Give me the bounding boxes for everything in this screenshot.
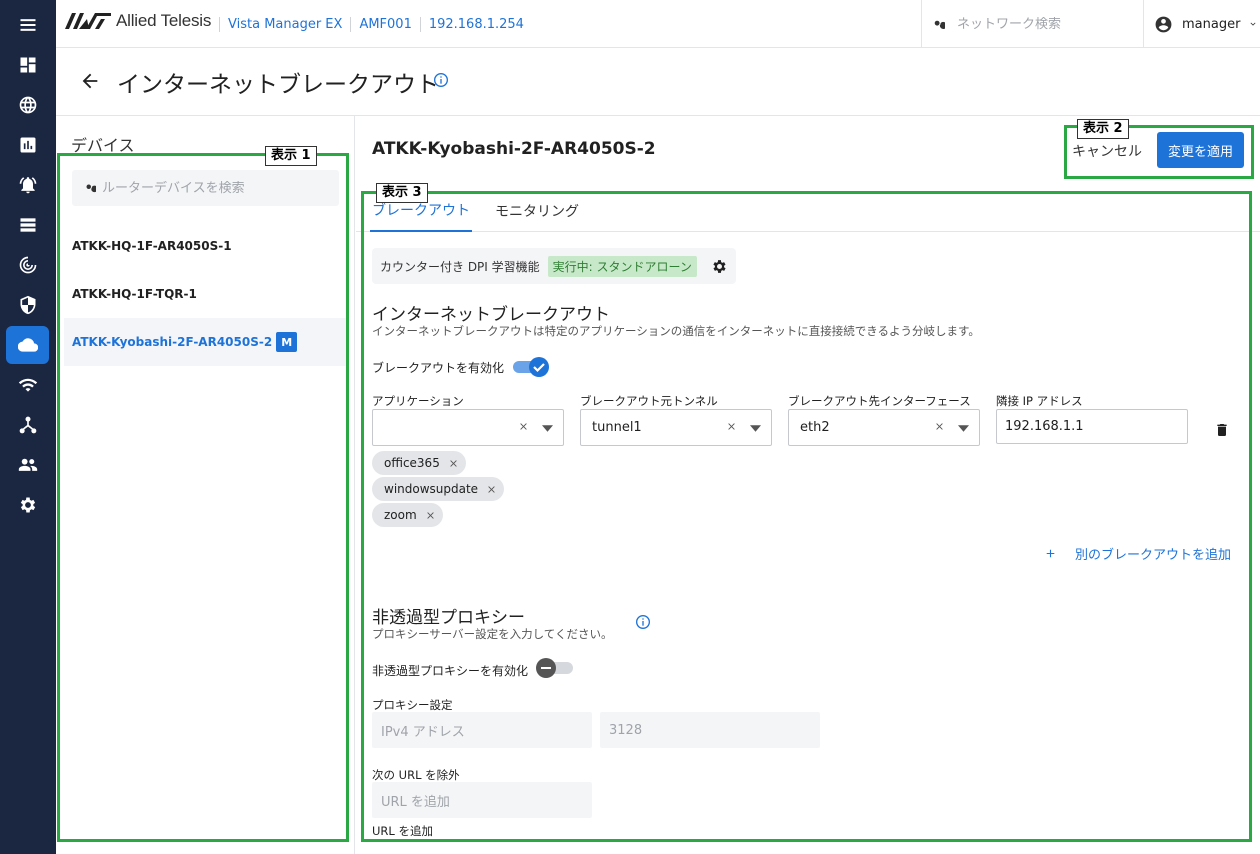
search-icon — [934, 20, 945, 29]
info-icon[interactable] — [433, 72, 449, 88]
network-search-input[interactable] — [957, 16, 1117, 32]
alarm-icon[interactable] — [6, 166, 49, 204]
cloud-icon[interactable] — [6, 326, 49, 364]
annotation-label-2: 表示 2 — [1077, 119, 1129, 139]
brand-logo[interactable]: Allied Telesis — [65, 11, 211, 31]
breadcrumb-product[interactable]: Vista Manager EX — [219, 16, 350, 32]
chevron-down-icon — [1250, 22, 1256, 26]
breadcrumb-ip[interactable]: 192.168.1.254 — [419, 16, 532, 32]
page-header: インターネットブレークアウト — [56, 48, 1260, 116]
report-icon[interactable] — [6, 126, 49, 164]
globe-icon[interactable] — [6, 86, 49, 124]
brand-name: Allied Telesis — [116, 11, 212, 30]
annotation-label-3: 表示 3 — [376, 183, 428, 203]
top-bar: Allied Telesis Vista Manager EX AMF001 1… — [56, 0, 1260, 48]
dashboard-icon[interactable] — [6, 46, 49, 84]
network-search — [921, 0, 1143, 48]
allied-telesis-logo-icon — [65, 13, 111, 29]
wifi-icon[interactable] — [6, 366, 49, 404]
settings-gear-icon[interactable] — [6, 486, 49, 524]
people-icon[interactable] — [6, 446, 49, 484]
list-icon[interactable] — [6, 206, 49, 244]
security-shield-icon[interactable] — [6, 286, 49, 324]
page-title: インターネットブレークアウト — [117, 72, 439, 98]
annotation-box-1 — [57, 153, 349, 842]
menu-icon[interactable] — [6, 6, 49, 44]
device-name: ATKK-Kyobashi-2F-AR4050S-2 — [372, 139, 656, 159]
network-topology-icon[interactable] — [6, 406, 49, 444]
account-circle-icon — [1155, 16, 1172, 32]
back-arrow-icon[interactable] — [79, 70, 101, 92]
annotation-box-3 — [361, 191, 1252, 842]
breadcrumb-amf[interactable]: AMF001 — [350, 16, 419, 32]
annotation-label-1: 表示 1 — [265, 146, 317, 166]
radar-icon[interactable] — [6, 246, 49, 284]
user-menu[interactable]: manager — [1143, 0, 1260, 48]
breadcrumb: Vista Manager EX AMF001 192.168.1.254 — [219, 0, 532, 48]
user-name: manager — [1182, 16, 1241, 32]
nav-rail — [0, 0, 56, 854]
